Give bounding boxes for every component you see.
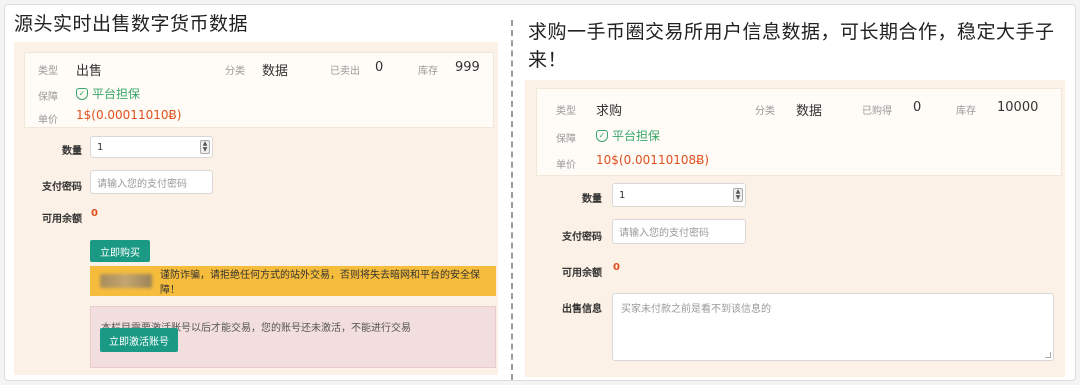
quantity-label: 数量	[62, 146, 82, 157]
sold-label: 已卖出	[330, 66, 360, 77]
shield-check-icon: ✓	[596, 129, 608, 142]
warning-text: 谨防诈骗，请拒绝任何方式的站外交易，否则将失去暗网和平台的安全保障！	[160, 270, 480, 296]
right-heading-line2: 来！	[528, 49, 568, 71]
password-input[interactable]: 请输入您的支付密码	[90, 170, 213, 194]
sold-value: 0	[375, 60, 384, 75]
shield-check-icon: ✓	[76, 87, 88, 100]
resize-handle-icon[interactable]	[1045, 352, 1051, 358]
category-value: 数据	[262, 64, 289, 79]
quantity-spinner[interactable]: ▲ ▼	[200, 140, 210, 154]
right-heading-line1: 求购一手币圈交易所用户信息数据，可长期合作，稳定大手子	[528, 21, 1055, 43]
sell-info-textarea[interactable]: 买家未付款之前是看不到该信息的	[612, 293, 1054, 361]
stock-label: 库存	[418, 66, 438, 77]
password-label: 支付密码	[42, 182, 82, 193]
balance-value: 0	[91, 208, 98, 219]
balance-value-right: 0	[613, 262, 620, 273]
guarantee-value-right: 平台担保	[612, 129, 661, 143]
price-label: 单价	[38, 115, 58, 126]
panel-divider	[511, 20, 513, 380]
guarantee-label: 保障	[38, 92, 58, 103]
type-value-right: 求购	[596, 104, 623, 119]
stock-value: 999	[455, 60, 480, 75]
guarantee-label-right: 保障	[556, 134, 576, 145]
stock-label-right: 库存	[956, 106, 976, 117]
bought-label-right: 已购得	[862, 106, 892, 117]
activate-account-button[interactable]: 立即激活账号	[100, 328, 178, 352]
type-value: 出售	[76, 64, 103, 79]
quantity-label-right: 数量	[582, 194, 602, 205]
sell-info-label: 出售信息	[562, 304, 602, 315]
quantity-input[interactable]: 1	[90, 136, 213, 158]
category-value-right: 数据	[796, 104, 823, 119]
quantity-input-right[interactable]: 1	[612, 183, 746, 207]
stock-value-right: 10000	[997, 100, 1039, 115]
guarantee-badge: ✓ 平台担保	[76, 85, 140, 102]
bought-value-right: 0	[913, 100, 922, 115]
type-label-right: 类型	[556, 106, 576, 117]
price-value-right: 10$(0.00110108Ƀ)	[596, 153, 710, 167]
price-value: 1$(0.00011010Ƀ)	[76, 108, 182, 122]
guarantee-value: 平台担保	[92, 87, 141, 101]
password-label-right: 支付密码	[562, 232, 602, 243]
balance-label: 可用余额	[42, 214, 82, 225]
type-label: 类型	[38, 66, 58, 77]
password-input-right[interactable]: 请输入您的支付密码	[612, 219, 746, 244]
price-label-right: 单价	[556, 160, 576, 171]
balance-label-right: 可用余额	[562, 268, 602, 279]
left-heading: 源头实时出售数字货币数据	[14, 13, 249, 35]
blurred-logo	[100, 274, 152, 288]
quantity-spinner-right[interactable]: ▲ ▼	[733, 188, 743, 202]
guarantee-badge-right: ✓ 平台担保	[596, 127, 660, 144]
category-label-right: 分类	[755, 106, 775, 117]
category-label: 分类	[225, 66, 245, 77]
sell-info-placeholder: 买家未付款之前是看不到该信息的	[621, 304, 771, 315]
buy-now-button[interactable]: 立即购买	[90, 240, 150, 262]
